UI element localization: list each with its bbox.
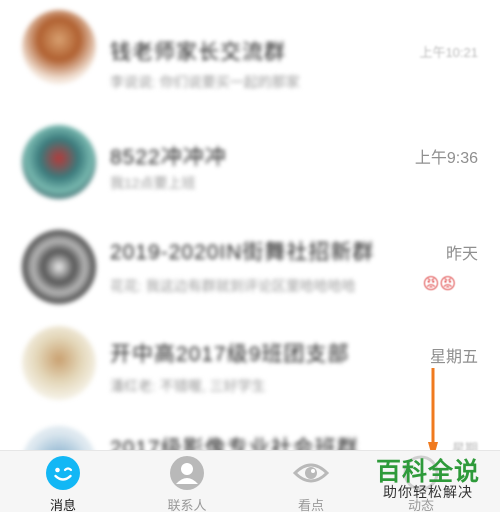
avatar	[22, 426, 96, 450]
avatar	[22, 326, 96, 400]
tab-discover[interactable]: 看点	[266, 451, 356, 513]
chat-row[interactable]: 8522冲冲冲 我12点要上班 上午9:36	[0, 115, 500, 220]
emoji-icon: 😡😡	[422, 276, 456, 293]
chat-title: 2017级影像专业社会班群	[110, 437, 359, 450]
chat-time: 星期五	[429, 349, 478, 366]
contacts-icon	[170, 456, 204, 490]
tab-label: 看点	[297, 498, 324, 513]
chat-title: 钱老师家长交流群	[110, 41, 286, 64]
chat-preview: 潘红老: 不错喔, 三好学生	[110, 378, 266, 394]
chat-time: 上午10:21	[419, 45, 478, 60]
watermark: 百科全说 助你轻松解决	[370, 450, 494, 508]
message-icon	[46, 456, 80, 490]
tab-messages[interactable]: 消息	[18, 451, 108, 513]
chat-time: 上午9:36	[414, 150, 478, 167]
annotation-arrow	[428, 368, 438, 460]
eye-icon	[293, 463, 329, 483]
chat-row[interactable]: 钱老师家长交流群 李说说: 你们说要买一起的那家 上午10:21	[0, 10, 500, 115]
chat-preview: 李说说: 你们说要买一起的那家	[110, 74, 300, 90]
avatar	[22, 125, 96, 199]
chat-row[interactable]: 开中高2017级9班团支部 潘红老: 不错喔, 三好学生 星期五	[0, 318, 500, 423]
tab-contacts[interactable]: 联系人	[142, 451, 232, 513]
chat-preview: 我12点要上班	[110, 175, 196, 191]
avatar	[22, 230, 96, 304]
chat-title: 8522冲冲冲	[110, 146, 227, 169]
chat-preview: 花花: 我这边有群就到评论区里哈哈哈哈	[110, 278, 356, 294]
chat-time: 星期	[451, 441, 478, 450]
watermark-subtitle: 助你轻松解决	[383, 484, 473, 500]
chat-row[interactable]: 2017级影像专业社会班群 星期	[0, 420, 500, 450]
chat-row[interactable]: 2019-2020IN街舞社招新群 花花: 我这边有群就到评论区里哈哈哈哈 昨天…	[0, 222, 500, 327]
chat-title: 2019-2020IN街舞社招新群	[110, 241, 375, 264]
tab-label: 消息	[49, 498, 76, 513]
tab-label: 联系人	[167, 498, 207, 513]
chat-time: 昨天	[445, 246, 478, 263]
avatar	[22, 10, 96, 84]
chat-title: 开中高2017级9班团支部	[110, 343, 350, 366]
